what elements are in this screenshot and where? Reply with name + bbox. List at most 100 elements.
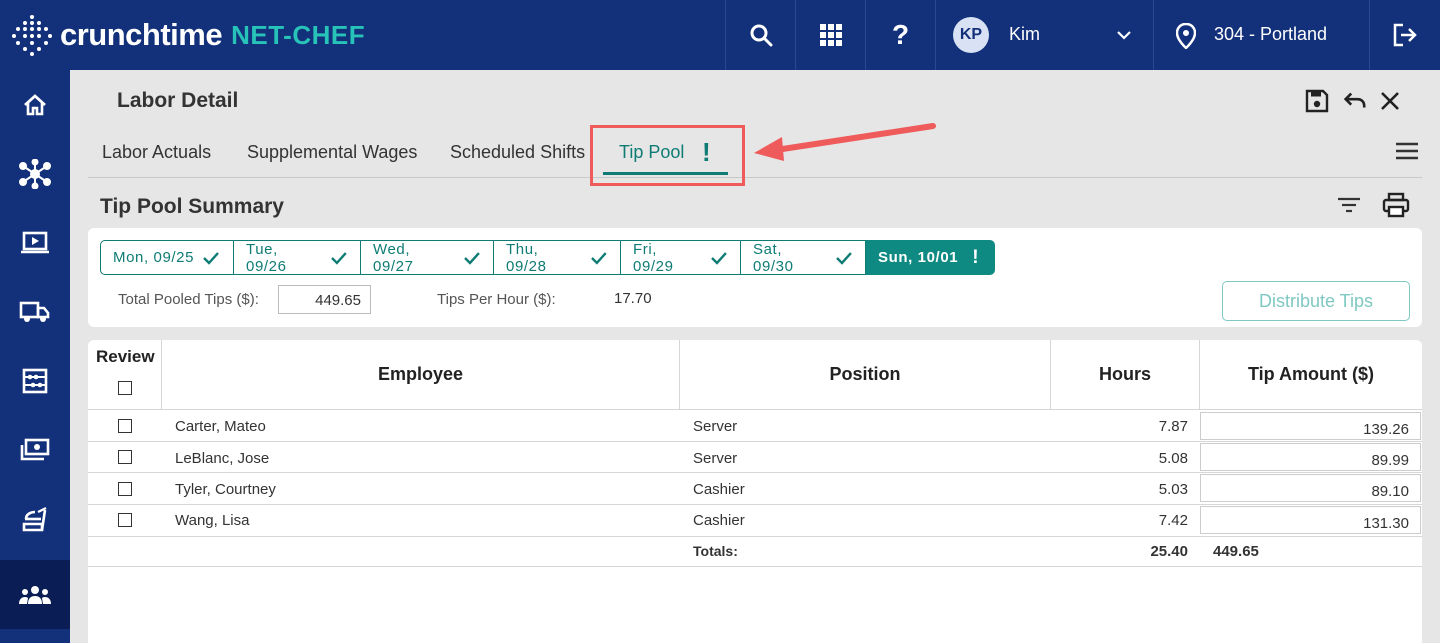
apps-button[interactable] [796,0,865,70]
close-button[interactable] [1377,88,1403,114]
annotation-highlight-box [590,125,745,186]
user-menu[interactable]: KP Kim [936,0,1153,70]
day-label: Wed, 09/27 [373,240,414,275]
logo-subtitle: NET-CHEF [231,19,366,50]
col-header-position[interactable]: Position [680,340,1050,409]
sidebar-item-home[interactable] [0,70,70,139]
annotation-arrow [754,123,936,161]
sidebar-item-network[interactable] [0,139,70,208]
tip-amount-input[interactable]: 131.30 [1200,506,1421,534]
help-icon: ? [891,19,910,50]
sidebar [0,70,70,643]
employee-name: Wang, Lisa [175,512,250,529]
tab-labor-actuals[interactable]: Labor Actuals [102,142,211,163]
row-checkbox[interactable] [118,513,132,527]
tab-menu-button[interactable] [1394,140,1422,164]
location-name: 304 - Portland [1214,24,1328,44]
help-button[interactable]: ? [866,0,935,70]
totals-label: Totals: [693,543,738,559]
food-tray-icon [22,506,47,531]
sidebar-item-deliveries[interactable] [0,277,70,346]
day-button-sat[interactable]: Sat, 09/30 [741,240,866,275]
day-button-sun[interactable]: Sun, 10/01! [866,240,995,275]
day-label: Tue, 09/26 [246,240,287,275]
logo-word: crunchtime [60,17,223,52]
tip-amount-input[interactable]: 89.99 [1200,443,1421,471]
col-header-review: Review [96,347,155,366]
position: Cashier [693,512,745,529]
alert-icon: ! [972,246,980,268]
row-checkbox[interactable] [118,482,132,496]
home-icon [24,93,46,115]
hours: 7.42 [1158,512,1188,529]
check-icon [464,251,480,265]
totals-hours: 25.40 [1150,543,1188,560]
total-pooled-input[interactable]: 449.65 [278,285,371,314]
sidebar-item-labor[interactable] [0,560,70,629]
apps-grid-icon [819,24,842,46]
divider [88,472,1422,473]
col-header-employee[interactable]: Employee [162,340,679,409]
tab-supplemental-wages[interactable]: Supplemental Wages [247,142,417,163]
save-button[interactable] [1304,88,1330,114]
position: Server [693,418,738,435]
day-button-mon[interactable]: Mon, 09/25 [100,240,234,275]
total-pooled-label: Total Pooled Tips ($): [118,291,259,308]
search-button[interactable] [726,0,795,70]
hours: 5.08 [1158,450,1188,467]
print-button[interactable] [1382,192,1412,220]
sidebar-item-training[interactable] [0,208,70,277]
divider [88,566,1422,567]
divider [88,441,1422,442]
network-icon [19,158,51,189]
select-all-checkbox[interactable] [118,381,132,395]
hours: 5.03 [1158,481,1188,498]
logo-dots-icon [12,15,52,56]
distribute-tips-button[interactable]: Distribute Tips [1222,281,1410,321]
tip-amount-input[interactable]: 89.10 [1200,474,1421,502]
search-icon [750,24,772,47]
sidebar-item-cash[interactable] [0,415,70,484]
col-header-tip-amount[interactable]: Tip Amount ($) [1200,340,1422,409]
people-icon [19,585,51,604]
employee-name: LeBlanc, Jose [175,450,270,467]
day-label: Thu, 09/28 [506,240,547,275]
hamburger-menu-icon [1396,142,1418,160]
day-selector: Mon, 09/25 Tue, 09/26 Wed, 09/27 Thu, 09… [100,240,995,275]
app-logo[interactable]: crunchtime NET-CHEF [12,10,365,60]
tip-amount-input[interactable]: 139.26 [1200,412,1421,440]
truck-icon [19,301,50,322]
location-selector[interactable]: 304 - Portland [1154,0,1369,70]
check-icon [836,251,852,265]
employee-name: Carter, Mateo [175,418,266,435]
day-button-thu[interactable]: Thu, 09/28 [494,240,621,275]
sidebar-item-counts[interactable] [0,346,70,415]
divider [88,536,1422,537]
check-icon [591,251,607,265]
logout-button[interactable] [1370,0,1440,70]
row-checkbox[interactable] [118,419,132,433]
check-icon [331,251,347,265]
col-header-hours[interactable]: Hours [1051,340,1199,409]
day-button-wed[interactable]: Wed, 09/27 [361,240,494,275]
day-button-tue[interactable]: Tue, 09/26 [234,240,361,275]
undo-icon [1343,92,1366,108]
tips-per-hour-value: 17.70 [614,290,652,307]
day-label: Fri, 09/29 [633,240,674,275]
check-icon [203,251,219,265]
day-label: Sun, 10/01 [878,249,959,266]
filter-button[interactable] [1336,194,1364,218]
day-label: Mon, 09/25 [113,249,195,266]
row-checkbox[interactable] [118,450,132,464]
totals-tip-amount: 449.65 [1213,543,1259,560]
day-label: Sat, 09/30 [753,240,794,275]
section-title: Tip Pool Summary [100,195,284,218]
avatar: KP [953,17,989,53]
undo-button[interactable] [1341,88,1367,114]
divider [88,504,1422,505]
day-button-fri[interactable]: Fri, 09/29 [621,240,741,275]
sidebar-item-food[interactable] [0,484,70,553]
page-title: Labor Detail [117,89,239,112]
location-pin-icon [1176,23,1196,49]
tab-scheduled-shifts[interactable]: Scheduled Shifts [450,142,585,163]
